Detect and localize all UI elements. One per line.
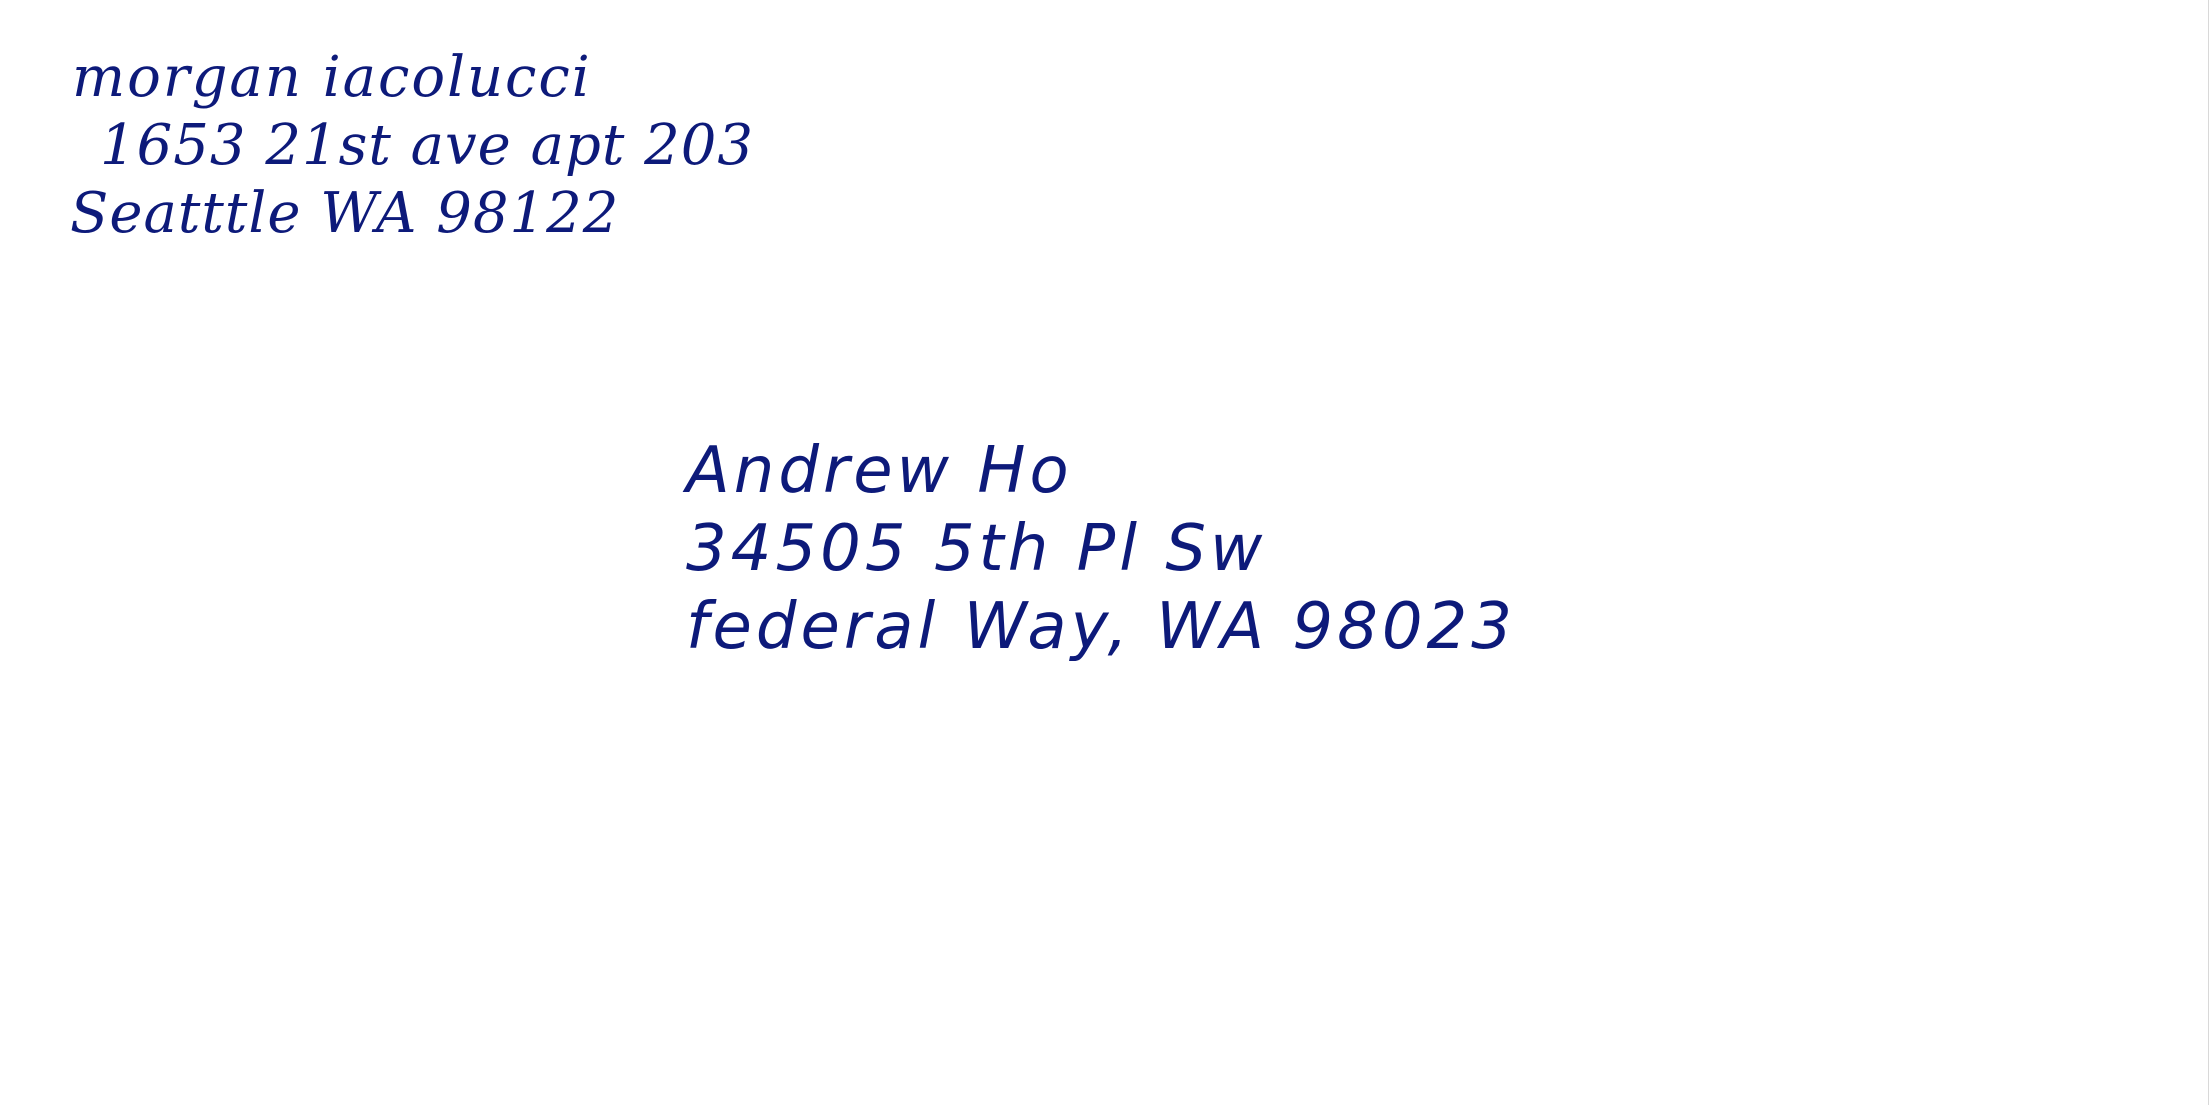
envelope: morgan iacolucci 1653 21st ave apt 203 S… [0,0,2209,1105]
recipient-city-line: federal Way, WA 98023 [686,590,1516,664]
recipient-address: Andrew Ho 34505 5th Pl Sw federal Way, W… [686,432,1516,666]
recipient-name: Andrew Ho [686,434,1073,508]
return-address-street: 1653 21st ave apt 203 [100,113,755,178]
return-address: morgan iacolucci 1653 21st ave apt 203 S… [70,44,755,248]
return-address-name: morgan iacolucci [72,45,592,110]
return-address-city-line: Seatttle WA 98122 [70,181,620,246]
recipient-street: 34505 5th Pl Sw [686,512,1267,586]
